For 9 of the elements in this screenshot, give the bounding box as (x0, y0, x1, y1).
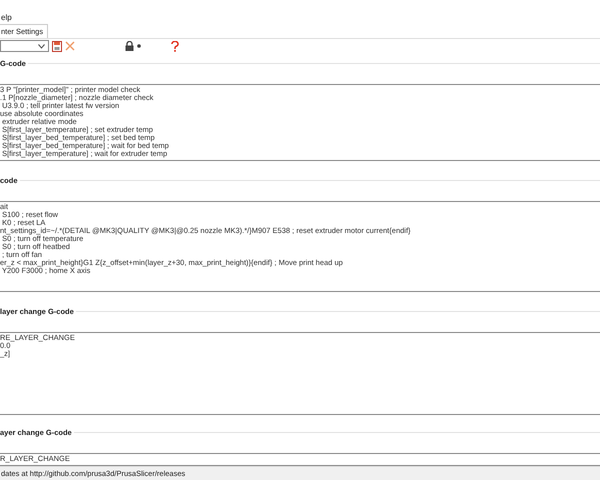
preset-dropdown[interactable] (0, 40, 49, 52)
save-icon[interactable] (52, 40, 62, 52)
help-icon[interactable] (171, 40, 179, 52)
dot-icon (137, 44, 141, 48)
lock-icon[interactable] (125, 41, 134, 52)
caret-icon (38, 44, 45, 49)
menu-item[interactable]: elp (0, 12, 13, 23)
code-editor[interactable] (0, 84, 600, 161)
code-editor[interactable] (0, 201, 600, 292)
